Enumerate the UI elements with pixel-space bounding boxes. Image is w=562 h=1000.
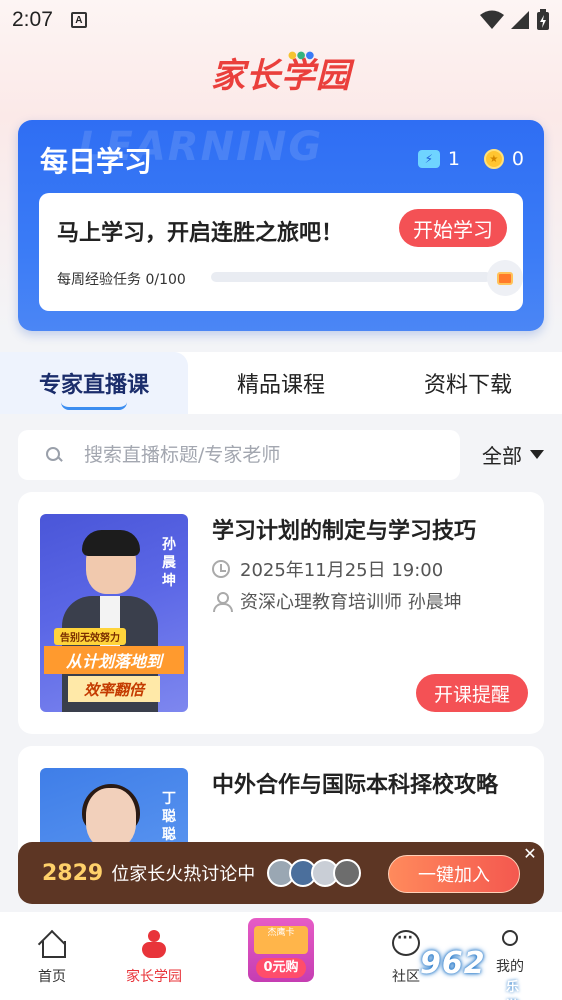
- caret-down-icon: [530, 450, 544, 459]
- watermark-main: 962: [420, 946, 486, 981]
- status-time: 2:07: [12, 8, 53, 31]
- gift-icon: [497, 271, 513, 285]
- clock-icon: [212, 560, 230, 578]
- promo-buy-label: 0元购: [256, 958, 306, 978]
- join-button[interactable]: 一键加入: [388, 855, 520, 893]
- course-teacher-text: 资深心理教育培训师 孙晨坤: [240, 592, 462, 613]
- course-title: 学习计划的制定与学习技巧: [212, 519, 477, 544]
- avatar-group: [267, 859, 362, 887]
- tab-active-indicator: [61, 402, 127, 410]
- daily-title: 每日学习: [40, 145, 153, 178]
- daily-stats: ⚡ 1 ★ 0: [417, 148, 524, 170]
- coin-count: 0: [511, 148, 524, 170]
- search-icon: [46, 447, 62, 463]
- streak-count: 1: [447, 148, 460, 170]
- start-learning-button[interactable]: 开始学习: [399, 209, 507, 247]
- nav-label: 家长学园: [126, 969, 182, 985]
- tab-label: 专家直播课: [38, 373, 149, 398]
- discussion-count: 2829: [42, 860, 104, 886]
- status-indicators: [480, 9, 550, 31]
- search-box[interactable]: [18, 430, 460, 480]
- weekly-task-label: 每周经验任务 0/100: [57, 272, 186, 288]
- person-icon: [212, 592, 233, 612]
- logo-dots-icon: ●●●: [288, 50, 315, 61]
- bolt-icon: ⚡: [417, 150, 440, 168]
- status-bar: 2:07 A: [0, 0, 562, 40]
- search-input[interactable]: [84, 444, 424, 466]
- filter-dropdown[interactable]: 全部: [482, 440, 544, 469]
- parent-garden-icon: [139, 930, 169, 960]
- promo-card-label: 杰鹰卡: [254, 926, 308, 954]
- course-datetime-text: 2025年11月25日 19:00: [240, 560, 444, 581]
- tab-premium-courses[interactable]: 精品课程: [188, 352, 374, 414]
- thumbnail-tag: 告别无效努力: [54, 628, 126, 645]
- course-datetime: 2025年11月25日 19:00: [212, 556, 443, 582]
- tab-label: 资料下载: [423, 373, 512, 398]
- course-teacher: 资深心理教育培训师 孙晨坤: [212, 588, 462, 614]
- remind-button[interactable]: 开课提醒: [416, 674, 528, 712]
- thumbnail-teacher-name: 孙晨坤: [162, 537, 176, 589]
- daily-task-panel: 马上学习，开启连胜之旅吧！ 开始学习 每周经验任务 0/100: [39, 193, 523, 311]
- close-icon[interactable]: ✕: [520, 844, 540, 864]
- course-card[interactable]: 孙晨坤 告别无效努力 从计划落地到 效率翻倍 学习计划的制定与学习技巧 2025…: [18, 492, 544, 734]
- site-watermark: 962 乐游网: [420, 946, 519, 1000]
- weekly-progress-bar: [211, 272, 491, 282]
- watermark-sub: 乐游网: [506, 980, 521, 1000]
- reward-badge[interactable]: [487, 260, 523, 296]
- daily-message: 马上学习，开启连胜之旅吧！: [57, 221, 344, 246]
- course-tabs: 专家直播课 精品课程 资料下载: [0, 352, 562, 414]
- app-logo: 家长学园 ●●●: [0, 48, 562, 97]
- join-discussion-banner: 2829 位家长火热讨论中 一键加入 ✕: [18, 842, 544, 904]
- nav-label: 首页: [38, 969, 66, 985]
- app-logo-text: 家长学园: [211, 56, 351, 96]
- daily-learning-card: LEARNING 每日学习 ⚡ 1 ★ 0 马上学习，开启连胜之旅吧！ 开始学习…: [18, 120, 544, 331]
- course-card[interactable]: 丁聪聪 中外合作与国际本科择校攻略: [18, 746, 544, 856]
- wifi-icon: [480, 10, 504, 29]
- chat-bubble-icon: [392, 930, 420, 956]
- tab-expert-live[interactable]: 专家直播课: [0, 352, 188, 414]
- coin-icon: ★: [483, 149, 504, 169]
- battery-icon: [537, 9, 549, 30]
- promo-card-button[interactable]: 杰鹰卡 0元购: [248, 918, 314, 982]
- nav-parent-garden[interactable]: 家长学园: [114, 930, 194, 986]
- signal-icon: [511, 11, 529, 29]
- profile-icon: [502, 930, 518, 946]
- home-icon: [38, 930, 66, 958]
- thumbnail-teacher-name: 丁聪聪: [162, 791, 176, 843]
- filter-label: 全部: [482, 444, 522, 468]
- notification-icon: A: [70, 12, 87, 28]
- tab-downloads[interactable]: 资料下载: [374, 352, 562, 414]
- thumbnail-headline: 从计划落地到: [44, 646, 184, 674]
- search-row: 全部: [18, 430, 544, 480]
- course-title: 中外合作与国际本科择校攻略: [212, 773, 499, 798]
- thumbnail-subheadline: 效率翻倍: [68, 676, 160, 702]
- course-thumbnail: 孙晨坤 告别无效努力 从计划落地到 效率翻倍: [40, 514, 188, 712]
- nav-home[interactable]: 首页: [12, 930, 92, 986]
- avatar: [333, 859, 362, 887]
- tab-label: 精品课程: [236, 373, 325, 398]
- discussion-text: 位家长火热讨论中: [111, 864, 256, 885]
